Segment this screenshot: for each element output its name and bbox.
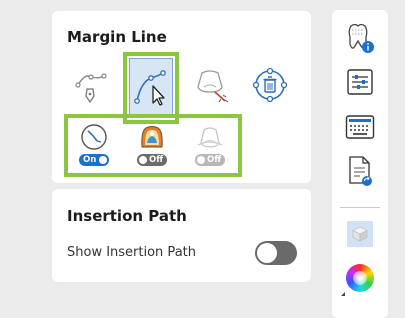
cube-view-bg [347, 221, 373, 247]
document-sync-icon [349, 156, 372, 186]
mode-2-toggle-label: Off [149, 155, 164, 165]
sliders-icon [347, 69, 373, 95]
margin-mode-2[interactable]: Off [127, 121, 177, 171]
sidebar-divider [340, 207, 380, 208]
margin-line-panel: Margin Line On Off Off [52, 11, 311, 183]
margin-point-icon [75, 73, 107, 104]
color-wheel-center [353, 271, 367, 285]
mode-1-toggle-knob [99, 156, 108, 164]
toggle-knob [257, 243, 277, 263]
cube-view-button[interactable] [344, 218, 376, 250]
tooth-info-button[interactable] [344, 22, 376, 54]
show-insertion-path-label: Show Insertion Path [67, 245, 196, 260]
hat-wand-icon [197, 70, 229, 103]
show-insertion-path-toggle[interactable] [255, 241, 297, 265]
document-sync-button[interactable] [344, 155, 376, 187]
mode-2-toggle-knob [139, 156, 147, 164]
color-wheel-icon [346, 264, 374, 292]
insertion-path-panel: Insertion Path Show Insertion Path [52, 189, 311, 282]
keyboard-icon [345, 115, 375, 139]
color-tooth-icon [141, 126, 163, 148]
margin-mode-3[interactable]: Off [185, 121, 235, 171]
color-picker-button[interactable] [344, 262, 376, 294]
delete-points-tool-button[interactable] [250, 65, 290, 105]
tooth-info-icon [348, 23, 374, 53]
insertion-path-title: Insertion Path [67, 207, 187, 225]
expand-corner-icon[interactable] [341, 292, 345, 296]
mode-3-toggle-knob [197, 156, 205, 164]
margin-line-title: Margin Line [67, 28, 167, 46]
cube-view-icon [352, 226, 368, 242]
mode-1-toggle[interactable]: On [79, 154, 109, 166]
mode-2-toggle[interactable]: Off [137, 154, 167, 166]
mode-3-toggle: Off [195, 154, 225, 166]
tooth-scan-icon [81, 124, 107, 150]
hat-wand-tool-button[interactable] [190, 65, 230, 105]
mode-1-toggle-label: On [83, 155, 97, 165]
margin-mode-1[interactable]: On [69, 121, 119, 171]
delete-points-icon [252, 67, 288, 103]
faded-hat-icon [197, 127, 223, 148]
mode-3-toggle-label: Off [207, 155, 222, 165]
margin-point-tool-button[interactable] [71, 67, 111, 107]
keyboard-button[interactable] [344, 111, 376, 143]
right-toolbar [332, 10, 388, 318]
settings-sliders-button[interactable] [344, 66, 376, 98]
